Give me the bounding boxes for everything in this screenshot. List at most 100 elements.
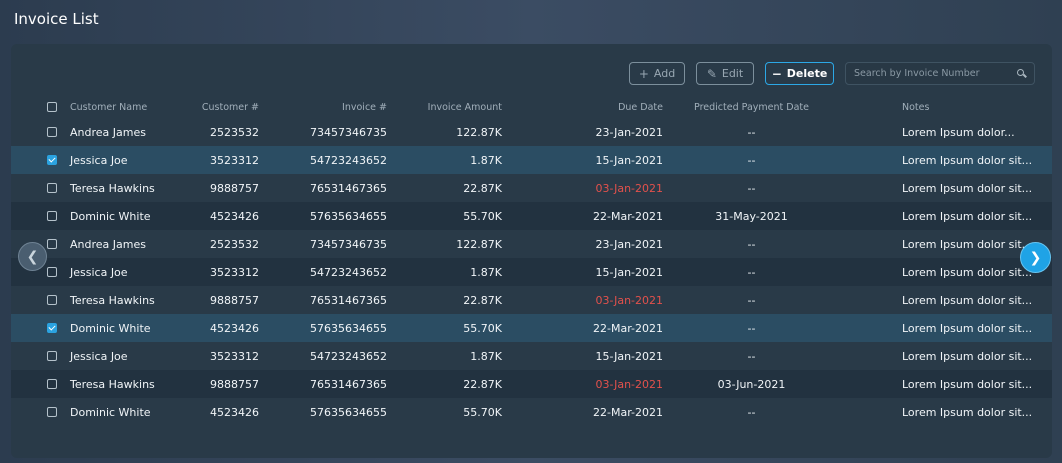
customer-number-cell: 4523426 xyxy=(210,321,259,335)
customer-number-cell: 4523426 xyxy=(210,405,259,419)
customer-name-cell: Jessica Joe xyxy=(70,349,128,363)
predicted-payment-date-cell: -- xyxy=(747,349,756,363)
table-row[interactable]: Teresa Hawkins 9888757 76531467365 22.87K 03… xyxy=(11,370,1052,398)
checkbox-unchecked-icon xyxy=(47,351,57,361)
notes-cell: Lorem Ipsum dolor sit... xyxy=(902,293,1033,307)
notes-cell: Lorem Ipsum dolor sit... xyxy=(902,377,1033,391)
predicted-payment-date-cell: -- xyxy=(747,321,756,335)
checkbox-unchecked-icon xyxy=(47,379,57,389)
due-date-cell: 23-Jan-2021 xyxy=(595,125,664,139)
customer-number-cell: 4523426 xyxy=(210,209,259,223)
notes-cell: Lorem Ipsum dolor sit... xyxy=(902,153,1033,167)
customer-name-cell: Teresa Hawkins xyxy=(70,293,155,307)
invoice-number-cell: 76531467365 xyxy=(310,181,387,195)
customer-number-cell: 9888757 xyxy=(210,181,259,195)
header-predicted-payment-date[interactable]: Predicted Payment Date xyxy=(690,96,813,118)
due-date-cell: 22-Mar-2021 xyxy=(593,405,663,419)
invoice-number-cell: 76531467365 xyxy=(310,377,387,391)
checkbox-checked-icon xyxy=(47,155,57,165)
header-invoice-amount[interactable]: Invoice Amount xyxy=(411,96,502,118)
invoice-amount-cell: 55.70K xyxy=(463,209,502,223)
row-checkbox[interactable] xyxy=(47,146,59,174)
edit-button[interactable]: ✎ Edit xyxy=(696,62,754,85)
customer-name-cell: Dominic White xyxy=(70,209,151,223)
invoice-amount-cell: 55.70K xyxy=(463,321,502,335)
delete-button[interactable]: − Delete xyxy=(765,62,834,85)
predicted-payment-date-cell: -- xyxy=(747,293,756,307)
predicted-payment-date-cell: 31-May-2021 xyxy=(715,209,788,223)
table-row[interactable]: Dominic White 4523426 57635634655 55.70K 22-… xyxy=(11,202,1052,230)
notes-cell: Lorem Ipsum dolor sit... xyxy=(902,321,1033,335)
table-row[interactable]: Jessica Joe 3523312 54723243652 1.87K 15-Jan… xyxy=(11,258,1052,286)
row-checkbox[interactable] xyxy=(47,370,59,398)
table-row[interactable]: Teresa Hawkins 9888757 76531467365 22.87K 03… xyxy=(11,286,1052,314)
customer-name-cell: Teresa Hawkins xyxy=(70,181,155,195)
select-all-checkbox[interactable] xyxy=(47,96,59,118)
due-date-cell: 22-Mar-2021 xyxy=(593,321,663,335)
customer-number-cell: 3523312 xyxy=(210,265,259,279)
customer-name-cell: Jessica Joe xyxy=(70,265,128,279)
header-notes[interactable]: Notes xyxy=(902,96,1032,118)
predicted-payment-date-cell: -- xyxy=(747,405,756,419)
add-button[interactable]: + Add xyxy=(629,62,685,85)
notes-cell: Lorem Ipsum dolor... xyxy=(902,125,1015,139)
minus-icon: − xyxy=(771,66,782,81)
header-due-date[interactable]: Due Date xyxy=(551,96,663,118)
header-invoice-number[interactable]: Invoice # xyxy=(281,96,387,118)
predicted-payment-date-cell: -- xyxy=(747,265,756,279)
predicted-payment-date-cell: -- xyxy=(747,237,756,251)
header-customer-number[interactable]: Customer # xyxy=(181,96,259,118)
row-checkbox[interactable] xyxy=(47,258,59,286)
search-input[interactable]: Search by Invoice Number xyxy=(845,62,1035,85)
due-date-cell: 15-Jan-2021 xyxy=(595,265,664,279)
table-row[interactable]: Andrea James 2523532 73457346735 122.87K 23-… xyxy=(11,230,1052,258)
invoice-number-cell: 54723243652 xyxy=(310,349,387,363)
invoice-table: Customer Name Customer # Invoice # Invoi… xyxy=(11,96,1052,426)
due-date-cell: 15-Jan-2021 xyxy=(595,153,664,167)
pencil-icon: ✎ xyxy=(706,66,717,81)
row-checkbox[interactable] xyxy=(47,398,59,426)
due-date-cell: 23-Jan-2021 xyxy=(595,237,664,251)
table-row[interactable]: Dominic White 4523426 57635634655 55.70K 22-… xyxy=(11,314,1052,342)
table-row[interactable]: Jessica Joe 3523312 54723243652 1.87K 15-Jan… xyxy=(11,146,1052,174)
table-row[interactable]: Andrea James 2523532 73457346735 122.87K 23-… xyxy=(11,118,1052,146)
due-date-cell: 22-Mar-2021 xyxy=(593,209,663,223)
notes-cell: Lorem Ipsum dolor sit... xyxy=(902,405,1033,419)
invoice-number-cell: 73457346735 xyxy=(310,237,387,251)
invoice-number-cell: 73457346735 xyxy=(310,125,387,139)
row-checkbox[interactable] xyxy=(47,342,59,370)
invoice-amount-cell: 1.87K xyxy=(470,349,502,363)
header-customer-name[interactable]: Customer Name xyxy=(70,96,190,118)
row-checkbox[interactable] xyxy=(47,230,59,258)
row-checkbox[interactable] xyxy=(47,286,59,314)
customer-number-cell: 2523532 xyxy=(210,237,259,251)
next-page-button[interactable]: ❯ xyxy=(1020,242,1051,273)
checkbox-unchecked-icon xyxy=(47,295,57,305)
predicted-payment-date-cell: -- xyxy=(747,153,756,167)
due-date-cell: 03-Jan-2021 xyxy=(595,181,664,195)
table-row[interactable]: Teresa Hawkins 9888757 76531467365 22.87K 03… xyxy=(11,174,1052,202)
search-icon[interactable] xyxy=(1017,69,1026,78)
table-row[interactable]: Dominic White 4523426 57635634655 55.70K 22-… xyxy=(11,398,1052,426)
customer-name-cell: Dominic White xyxy=(70,321,151,335)
due-date-cell: 03-Jan-2021 xyxy=(595,293,664,307)
row-checkbox[interactable] xyxy=(47,118,59,146)
search-placeholder: Search by Invoice Number xyxy=(854,68,980,79)
previous-page-button[interactable]: ❮ xyxy=(18,242,47,271)
notes-cell: Lorem Ipsum dolor sit... xyxy=(902,265,1033,279)
invoice-amount-cell: 122.87K xyxy=(456,237,502,251)
checkbox-unchecked-icon xyxy=(47,211,57,221)
row-checkbox[interactable] xyxy=(47,314,59,342)
customer-number-cell: 3523312 xyxy=(210,153,259,167)
table-row[interactable]: Jessica Joe 3523312 54723243652 1.87K 15-Jan… xyxy=(11,342,1052,370)
checkbox-unchecked-icon xyxy=(47,183,57,193)
invoice-number-cell: 54723243652 xyxy=(310,265,387,279)
invoice-amount-cell: 22.87K xyxy=(463,181,502,195)
table-body: Andrea James 2523532 73457346735 122.87K 23-… xyxy=(11,118,1052,426)
invoice-amount-cell: 22.87K xyxy=(463,377,502,391)
row-checkbox[interactable] xyxy=(47,174,59,202)
plus-icon: + xyxy=(638,66,649,81)
customer-name-cell: Andrea James xyxy=(70,125,146,139)
row-checkbox[interactable] xyxy=(47,202,59,230)
customer-number-cell: 9888757 xyxy=(210,293,259,307)
